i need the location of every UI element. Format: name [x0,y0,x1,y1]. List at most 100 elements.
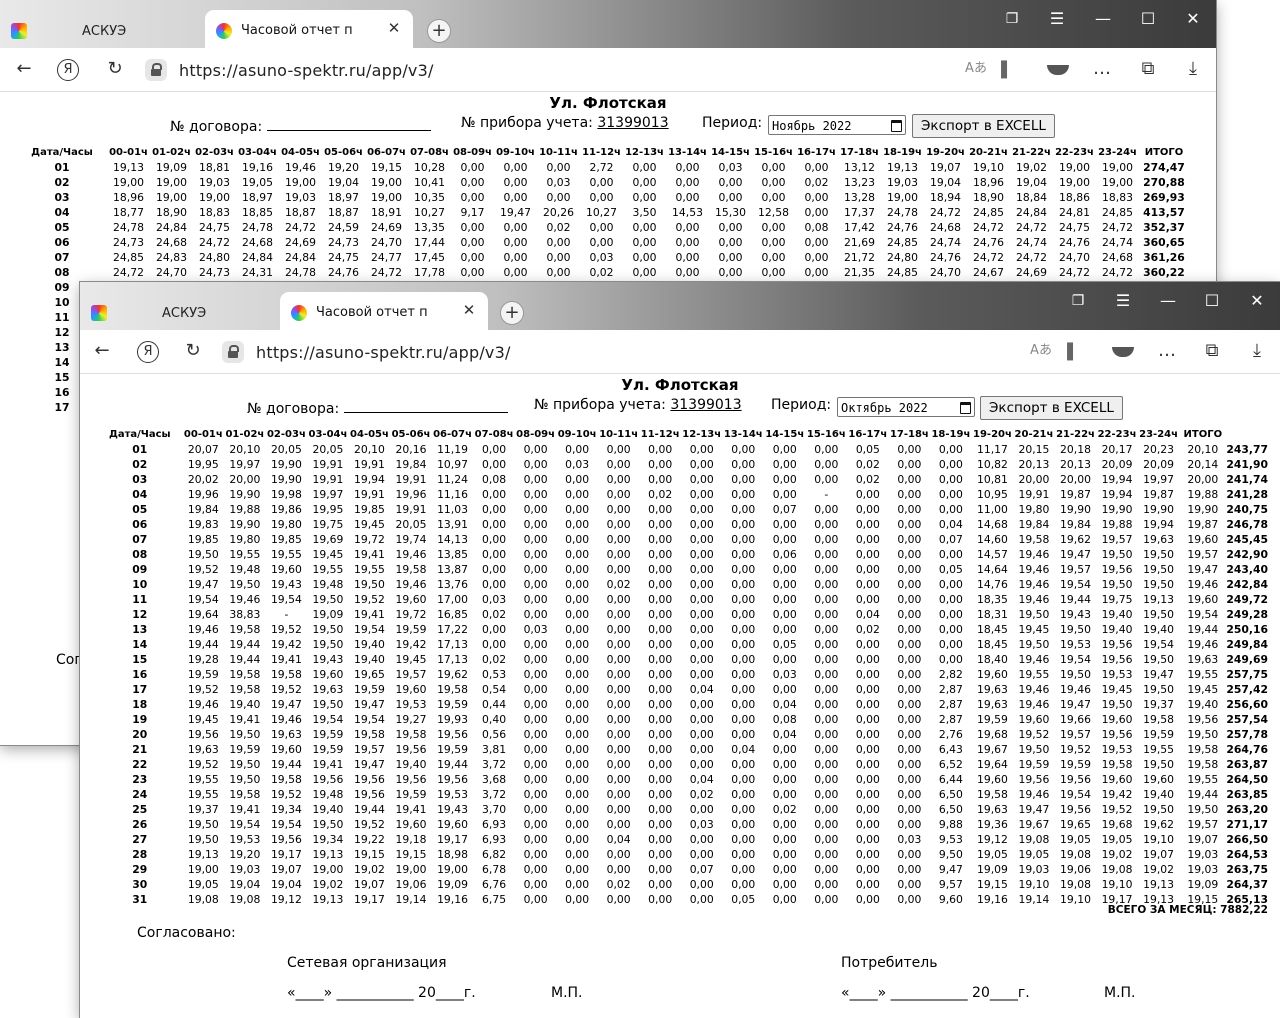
extension-icon[interactable] [1047,65,1069,75]
hour-value: 19,63 [976,803,1008,816]
tab-hourly-report[interactable]: Часовой отчет потребл ✕ [205,10,413,48]
hour-value: 19,50 [312,593,344,606]
yandex-icon[interactable]: Я [57,59,79,81]
collections-panel-icon[interactable]: ⧉ [1199,338,1225,364]
hour-value: 24,72 [1102,221,1133,234]
export-excel-button[interactable]: Экспорт в EXCELL [980,396,1123,420]
tab-askue[interactable]: АСКУЭ [0,8,205,48]
menu-icon[interactable]: ☰ [1043,8,1071,30]
hour-value: 24,68 [242,236,273,249]
hour-value: 19,58 [1187,758,1219,771]
hour-value: 0,00 [731,458,756,471]
hour-value: 0,00 [460,236,485,249]
contract-blank [266,115,431,131]
address-bar[interactable]: https://asuno-spektr.ru/app/v3/ [256,343,511,362]
hour-value: 19,58 [270,773,302,786]
extension-icon[interactable] [1112,347,1134,357]
yandex-icon[interactable]: Я [137,341,159,363]
hour-value: 0,00 [689,488,714,501]
download-icon[interactable]: ⤓ [1244,338,1270,364]
hour-value: 0,00 [814,878,839,891]
collections-panel-icon[interactable]: ⧉ [1135,56,1161,82]
hour-value: 24,74 [1016,236,1047,249]
new-tab-button[interactable]: + [427,19,451,43]
hour-value: 19,83 [187,518,219,531]
hour-value: 19,52 [270,788,302,801]
lock-icon[interactable] [222,341,244,363]
hour-value: 0,00 [589,236,614,249]
minimize-icon[interactable]: — [1154,290,1182,312]
hour-value: 0,00 [804,191,829,204]
period-month-input[interactable]: Ноябрь 2022 [768,115,906,135]
hour-value: 19,59 [354,683,385,696]
tab-hourly-report[interactable]: Часовой отчет потребл ✕ [280,292,488,330]
hour-value: 0,00 [565,878,590,891]
hour-value: 19,43 [437,803,468,816]
menu-icon[interactable]: ☰ [1109,290,1137,312]
translate-icon[interactable]: Aあ [1028,338,1054,364]
collections-icon[interactable]: ❐ [998,8,1026,30]
hour-value: 0,00 [565,533,590,546]
hour-value: 0,00 [814,863,839,876]
bookmark-icon[interactable]: ❚ [991,56,1017,82]
calendar-icon[interactable] [960,402,971,414]
table-row: 24 19,55 19,58 19,52 19,48 19,56 19,59 19,53 3,7… [97,787,1268,802]
collections-icon[interactable]: ❐ [1064,290,1092,312]
hour-value: 19,50 [1060,668,1091,681]
download-icon[interactable]: ⤓ [1180,56,1206,82]
hour-value: 20,17 [1101,443,1133,456]
translate-icon[interactable]: Aあ [963,56,989,82]
hour-value: 19,27 [395,713,427,726]
bookmark-icon[interactable]: ❚ [1057,338,1083,364]
close-window-icon[interactable]: ✕ [1179,8,1207,30]
hour-value: 19,46 [1018,653,1050,666]
hour-value: 19,10 [1018,878,1050,891]
reload-icon[interactable]: ↻ [180,338,206,364]
table-row: 19 19,45 19,41 19,46 19,54 19,54 19,27 19,93 0,4… [97,712,1268,727]
address-bar[interactable]: https://asuno-spektr.ru/app/v3/ [179,61,434,80]
hour-value: 2,87 [938,698,963,711]
back-arrow-icon[interactable]: ← [11,56,37,82]
hour-value: 0,00 [772,653,797,666]
hour-value: 19,00 [887,191,918,204]
hour-value: 0,00 [589,221,614,234]
close-window-icon[interactable]: ✕ [1243,290,1271,312]
hour-value: 19,42 [1101,788,1133,801]
table-row: 27 19,50 19,53 19,56 19,34 19,22 19,18 19,17 6,9… [97,832,1268,847]
hour-value: - [824,488,829,501]
tab-close-icon[interactable]: ✕ [385,19,403,37]
hour-value: 19,37 [187,803,219,816]
lock-icon[interactable] [145,59,167,81]
hour-value: 19,98 [270,488,302,501]
hour-value: 19,63 [976,683,1008,696]
more-icon[interactable]: … [1089,56,1115,82]
more-icon[interactable]: … [1154,338,1180,364]
tab-askue[interactable]: АСКУЭ [80,290,285,330]
hour-value: 0,00 [897,653,922,666]
minimize-icon[interactable]: — [1089,8,1117,30]
export-excel-button[interactable]: Экспорт в EXCELL [912,114,1055,138]
hour-value: 0,00 [731,728,756,741]
device-field: № прибора учета: 31399013 [534,397,742,413]
maximize-icon[interactable]: ☐ [1134,8,1162,30]
period-month-input[interactable]: Октябрь 2022 [837,397,975,417]
maximize-icon[interactable]: ☐ [1198,290,1226,312]
hour-value: 2,76 [938,728,963,741]
tab-close-icon[interactable]: ✕ [460,301,478,319]
reload-icon[interactable]: ↻ [102,56,128,82]
header-hour: 03-04ч [238,147,277,158]
hour-value: 19,15 [371,161,402,174]
hour-value: 19,57 [1101,533,1133,546]
browser-window-front[interactable]: АСКУЭ Часовой отчет потребл ✕ + ❐ ☰ — ☐ … [80,282,1280,1018]
hour-value: 19,00 [1059,161,1090,174]
new-tab-button[interactable]: + [500,301,524,325]
hour-value: 18,98 [437,848,468,861]
calendar-icon[interactable] [891,120,902,132]
back-arrow-icon[interactable]: ← [89,338,115,364]
hour-value: 19,07 [1187,833,1219,846]
table-row: 08 24,72 24,70 24,73 24,31 24,78 24,76 24,72 17,… [17,265,1189,280]
row-day: 10 [132,578,148,591]
hour-value: 19,90 [270,458,302,471]
hour-value: 19,58 [976,788,1008,801]
hour-value: 0,00 [855,683,880,696]
